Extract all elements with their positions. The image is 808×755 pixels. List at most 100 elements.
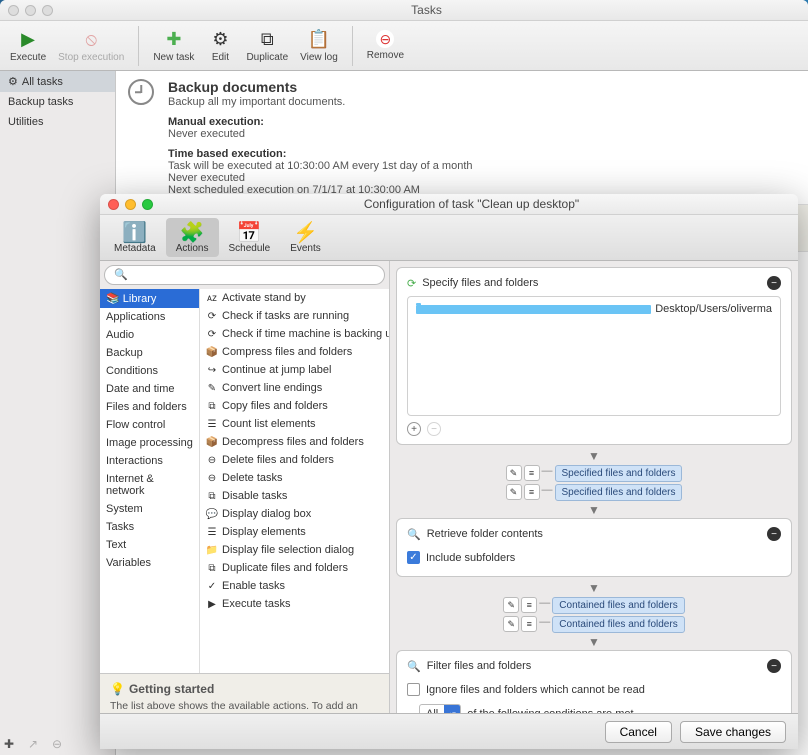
stop-button[interactable]: ⦸ Stop execution <box>54 26 128 65</box>
action-item[interactable]: 📦Compress files and folders <box>200 343 389 361</box>
search-input[interactable] <box>104 265 385 285</box>
action-item[interactable]: ✎Convert line endings <box>200 379 389 397</box>
action-item[interactable]: 📦Decompress files and folders <box>200 433 389 451</box>
category-item[interactable]: 📚 Library <box>100 289 199 308</box>
sidebar-item-all-tasks[interactable]: ⚙All tasks <box>0 71 115 92</box>
action-item[interactable]: ☰Count list elements <box>200 415 389 433</box>
category-item[interactable]: Interactions <box>100 452 199 470</box>
action-item[interactable]: ⊖Delete files and folders <box>200 451 389 469</box>
main-title: Tasks <box>53 3 800 17</box>
data-pill[interactable]: Contained files and folders <box>552 597 684 614</box>
action-item[interactable]: ⧉Disable tasks <box>200 487 389 505</box>
data-pill[interactable]: Specified files and folders <box>555 484 683 501</box>
close-dot[interactable] <box>108 199 119 210</box>
category-list[interactable]: 📚 LibraryApplicationsAudioBackupConditio… <box>100 289 200 673</box>
category-item[interactable]: System <box>100 500 199 518</box>
magnifier-icon: 🔍 <box>407 528 421 541</box>
action-item[interactable]: ⧉Copy files and folders <box>200 397 389 415</box>
action-type-icon: ▶ <box>206 598 218 610</box>
category-item[interactable]: Flow control <box>100 416 199 434</box>
add-file-button[interactable]: + <box>407 422 421 436</box>
category-item[interactable]: Image processing <box>100 434 199 452</box>
action-item[interactable]: ⊖Delete tasks <box>200 469 389 487</box>
refresh-icon: ⟳ <box>407 277 416 290</box>
add-group-button[interactable]: ✚ <box>4 737 18 751</box>
action-list[interactable]: ᴀᴢActivate stand by⟳Check if tasks are r… <box>200 289 389 673</box>
new-task-button[interactable]: ✚ New task <box>149 26 198 65</box>
category-item[interactable]: Text <box>100 536 199 554</box>
remove-block-button[interactable]: − <box>767 527 781 541</box>
file-path: /Users/oliverma <box>696 303 772 315</box>
tab-schedule[interactable]: 📅 Schedule <box>219 218 281 257</box>
zoom-dot[interactable] <box>42 5 53 16</box>
edit-button[interactable]: ⚙ Edit <box>202 26 238 65</box>
edit-connector-button[interactable]: ✎ <box>506 465 522 481</box>
remove-block-button[interactable]: − <box>767 659 781 673</box>
action-item[interactable]: ᴀᴢActivate stand by <box>200 289 389 307</box>
duplicate-button[interactable]: ⧉ Duplicate <box>242 26 292 65</box>
remove-block-button[interactable]: − <box>767 276 781 290</box>
category-item[interactable]: Backup <box>100 344 199 362</box>
main-sidebar: ⚙All tasks Backup tasks Utilities ✚ ↗ ⊖ <box>0 71 116 755</box>
sidebar-item-backup-tasks[interactable]: Backup tasks <box>0 92 115 112</box>
config-toolbar: ℹ️ Metadata 🧩 Actions 📅 Schedule ⚡ Event… <box>100 215 798 261</box>
cancel-button[interactable]: Cancel <box>605 721 672 743</box>
action-item[interactable]: ▶Execute tasks <box>200 595 389 613</box>
tab-actions[interactable]: 🧩 Actions <box>166 218 219 257</box>
share-button[interactable]: ↗ <box>28 737 42 751</box>
category-item[interactable]: Audio <box>100 326 199 344</box>
arrow-down-icon: ▼ <box>396 635 792 649</box>
include-subfolders-checkbox[interactable] <box>407 551 420 564</box>
tab-events[interactable]: ⚡ Events <box>280 218 331 257</box>
remove-group-button[interactable]: ⊖ <box>52 737 66 751</box>
list-connector-button[interactable]: ≡ <box>521 616 537 632</box>
list-connector-button[interactable]: ≡ <box>524 465 540 481</box>
action-item[interactable]: 💬Display dialog box <box>200 505 389 523</box>
play-icon: ▶ <box>17 28 39 50</box>
data-pill[interactable]: Contained files and folders <box>552 616 684 633</box>
list-connector-button[interactable]: ≡ <box>524 484 540 500</box>
action-item[interactable]: ⧉Duplicate files and folders <box>200 559 389 577</box>
data-pill[interactable]: Specified files and folders <box>555 465 683 482</box>
category-item[interactable]: Conditions <box>100 362 199 380</box>
gear-small-icon: ⚙ <box>8 75 18 88</box>
category-item[interactable]: Variables <box>100 554 199 572</box>
edit-connector-button[interactable]: ✎ <box>506 484 522 500</box>
sidebar-item-utilities[interactable]: Utilities <box>0 112 115 132</box>
action-item[interactable]: 📁Display file selection dialog <box>200 541 389 559</box>
action-type-icon: ⧉ <box>206 562 218 574</box>
zoom-dot[interactable] <box>142 199 153 210</box>
task-row[interactable]: Backup documents Backup all my important… <box>116 71 808 205</box>
config-window: Configuration of task "Clean up desktop"… <box>100 194 798 749</box>
file-row[interactable]: Desktop /Users/oliverma <box>412 301 776 317</box>
minimize-dot[interactable] <box>125 199 136 210</box>
category-item[interactable]: Internet & network <box>100 470 199 500</box>
minus-circle-icon: ⊖ <box>376 30 394 48</box>
category-item[interactable]: Tasks <box>100 518 199 536</box>
list-connector-button[interactable]: ≡ <box>521 597 537 613</box>
save-button[interactable]: Save changes <box>680 721 786 743</box>
viewlog-button[interactable]: 📋 View log <box>296 26 342 65</box>
execute-button[interactable]: ▶ Execute <box>6 26 50 65</box>
category-item[interactable]: Applications <box>100 308 199 326</box>
calendar-icon: 📅 <box>237 221 262 243</box>
action-item[interactable]: ☰Display elements <box>200 523 389 541</box>
category-item[interactable]: Date and time <box>100 380 199 398</box>
minimize-dot[interactable] <box>25 5 36 16</box>
action-item[interactable]: ↪Continue at jump label <box>200 361 389 379</box>
action-item[interactable]: ✓Enable tasks <box>200 577 389 595</box>
action-item[interactable]: ⟳Check if tasks are running <box>200 307 389 325</box>
arrow-down-icon: ▼ <box>396 449 792 463</box>
close-dot[interactable] <box>8 5 19 16</box>
workflow-area[interactable]: ⟳ Specify files and folders − Desktop /U… <box>390 261 798 749</box>
file-list[interactable]: Desktop /Users/oliverma <box>407 296 781 416</box>
edit-connector-button[interactable]: ✎ <box>503 616 519 632</box>
category-item[interactable]: Files and folders <box>100 398 199 416</box>
ignore-unreadable-checkbox[interactable] <box>407 683 420 696</box>
action-item[interactable]: ⟳Check if time machine is backing up dat <box>200 325 389 343</box>
remove-file-button[interactable]: − <box>427 422 441 436</box>
edit-connector-button[interactable]: ✎ <box>503 597 519 613</box>
remove-button[interactable]: ⊖ Remove <box>363 28 408 63</box>
action-type-icon: ᴀᴢ <box>206 292 218 304</box>
tab-metadata[interactable]: ℹ️ Metadata <box>104 218 166 257</box>
